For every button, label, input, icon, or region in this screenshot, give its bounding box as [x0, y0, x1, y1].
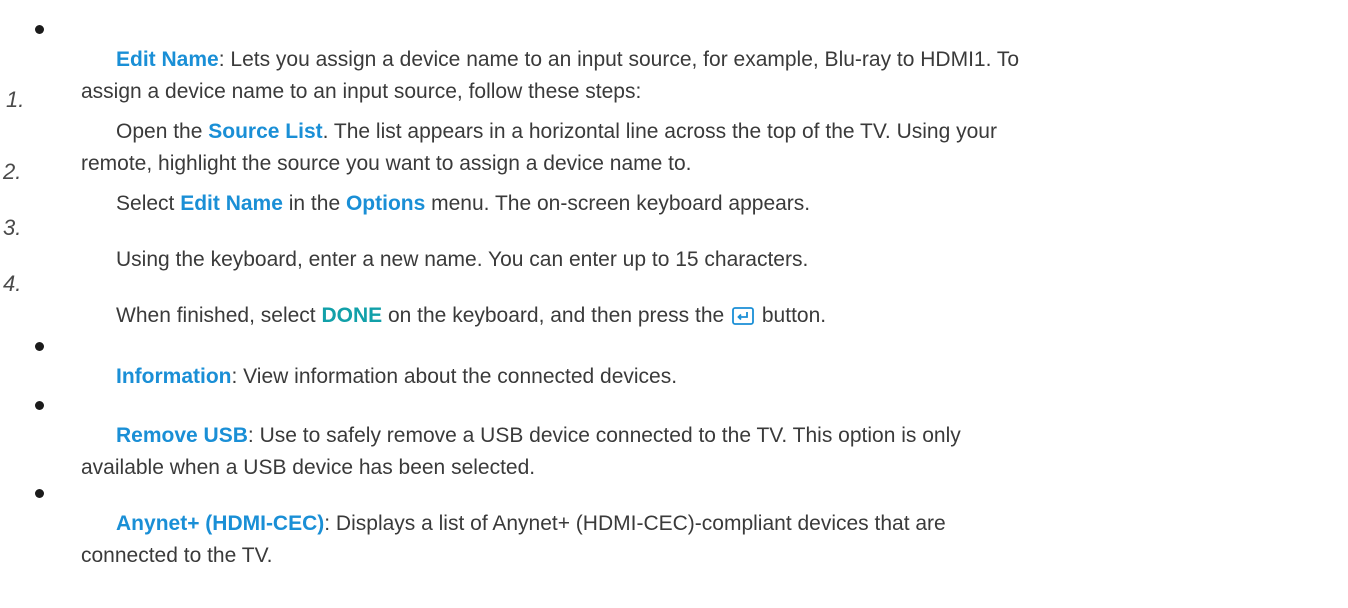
item-text-line1: : View information about the connected d… — [231, 365, 678, 388]
keyword-anynet: Anynet+ (HDMI-CEC) — [116, 512, 325, 535]
keyword-source-list: Source List — [208, 120, 323, 143]
bullet-icon — [35, 342, 44, 351]
item-text-line1: : Lets you assign a device name to an in… — [218, 48, 1020, 71]
item-text-line1: : Displays a list of Anynet+ (HDMI-CEC)-… — [324, 512, 946, 535]
bullet-icon — [35, 401, 44, 410]
step-number: 1. — [6, 87, 25, 112]
keyword-done: DONE — [321, 304, 383, 327]
step-text-line1: button. — [756, 304, 827, 327]
step-number: 4. — [3, 271, 22, 296]
item-text-line2: connected to the TV. — [81, 544, 273, 567]
keyword-remove-usb: Remove USB — [116, 424, 248, 447]
keyword-information: Information — [116, 365, 232, 388]
enter-button-icon — [732, 307, 754, 325]
bullet-icon — [35, 489, 44, 498]
step-text-middle: on the keyboard, and then press the — [382, 304, 731, 327]
step-text-line1: . The list appears in a horizontal line … — [322, 120, 997, 143]
item-text: Anynet+ (HDMI-CEC): Displays a list of A… — [81, 476, 1331, 604]
step-text-before: When finished, select — [116, 304, 322, 327]
step-number: 3. — [3, 215, 22, 240]
manual-page: Edit Name: Lets you assign a device name… — [0, 0, 1348, 608]
step-text-before: Open the — [116, 120, 209, 143]
item-text-line1: : Use to safely remove a USB device conn… — [247, 424, 961, 447]
keyword-edit-name: Edit Name — [116, 48, 219, 71]
bullet-icon — [35, 25, 44, 34]
step-number: 2. — [3, 159, 22, 184]
